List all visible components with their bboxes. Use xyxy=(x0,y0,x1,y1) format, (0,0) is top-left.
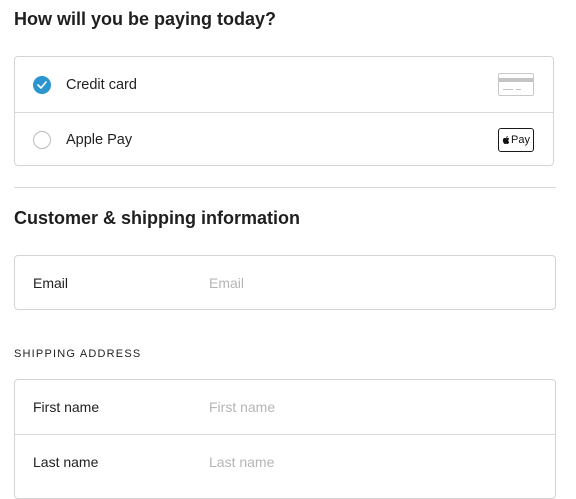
payment-option-label: Credit card xyxy=(66,76,137,93)
payment-method-group: Credit card Apple Pay Pay xyxy=(14,56,554,166)
first-name-field[interactable] xyxy=(209,399,539,415)
payment-option-apple-pay[interactable]: Apple Pay Pay xyxy=(15,112,553,167)
last-name-label: Last name xyxy=(33,453,99,470)
email-field[interactable] xyxy=(209,275,539,291)
apple-pay-icon: Pay xyxy=(498,128,534,152)
payment-heading: How will you be paying today? xyxy=(14,9,277,29)
section-divider xyxy=(14,187,556,188)
first-name-label: First name xyxy=(33,399,100,415)
radio-checked-icon[interactable] xyxy=(33,75,51,94)
apple-pay-badge-text: Pay xyxy=(511,134,530,146)
radio-unchecked-icon[interactable] xyxy=(33,131,51,149)
shipping-field-group: First name Last name xyxy=(14,379,556,499)
email-label: Email xyxy=(33,275,69,291)
email-row: Email xyxy=(15,256,555,310)
last-name-field[interactable] xyxy=(209,453,539,470)
first-name-row: First name xyxy=(15,380,555,434)
customer-heading: Customer & shipping information xyxy=(14,208,300,228)
payment-option-label: Apple Pay xyxy=(66,132,133,148)
apple-logo-icon xyxy=(502,136,510,144)
credit-card-icon xyxy=(498,73,534,96)
email-field-group: Email xyxy=(14,255,556,310)
shipping-address-label: SHIPPING ADDRESS xyxy=(14,348,142,360)
payment-option-credit-card[interactable]: Credit card xyxy=(15,57,553,112)
last-name-row: Last name xyxy=(15,434,555,488)
